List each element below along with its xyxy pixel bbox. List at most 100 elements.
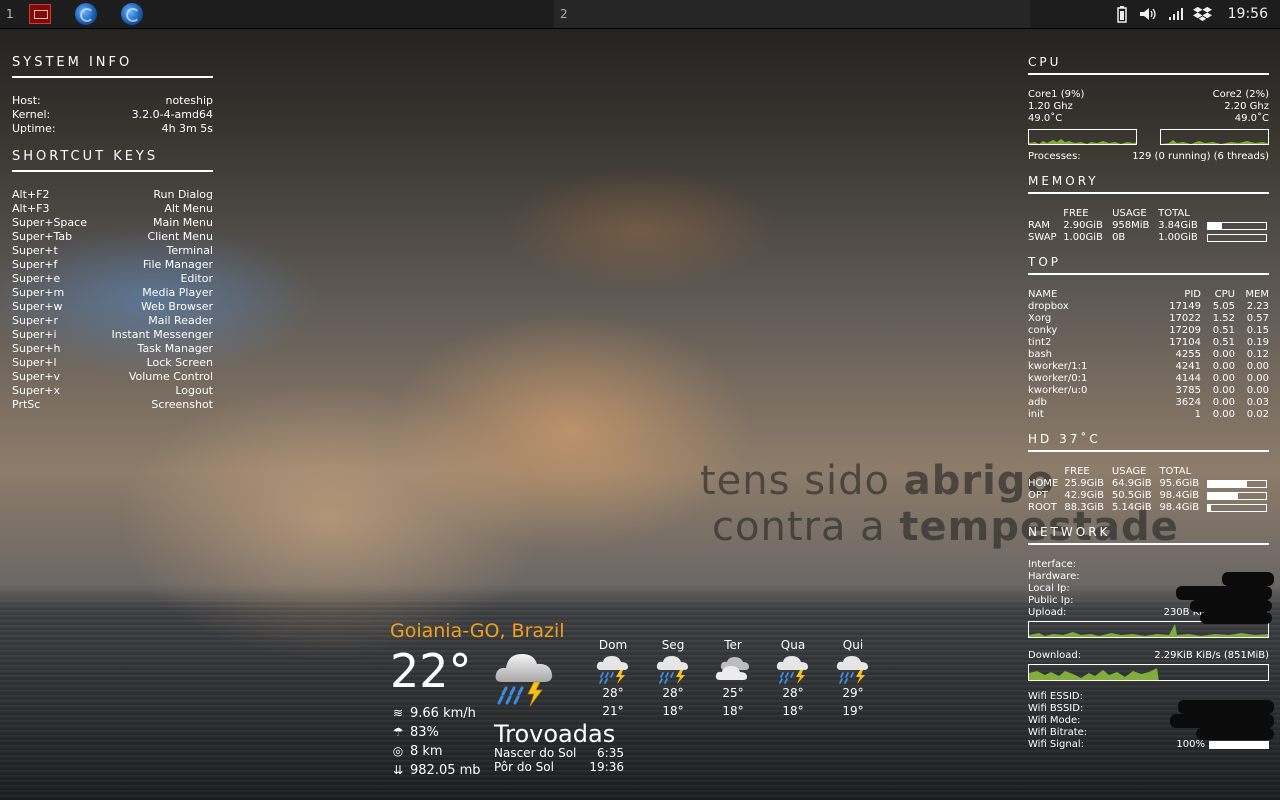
system-info-title: SYSTEM INFO: [12, 55, 133, 70]
shortcut-row: Super+l Lock Screen: [12, 356, 213, 370]
wind-icon: ≋: [392, 706, 404, 720]
disk-row: ROOT 88.3GiB 5.14GiB 98.4GiB: [1028, 502, 1269, 514]
firefox-icon[interactable]: [121, 3, 143, 25]
shortcut-row-key: Super+Space: [12, 216, 87, 229]
divider: [1028, 543, 1269, 545]
shortcut-row-key: Super+v: [12, 370, 60, 383]
shortcut-row-value: Task Manager: [137, 342, 213, 355]
process-row: bash 4255 0.00 0.12: [1028, 349, 1269, 360]
system-info-row-value: 3.2.0-4-amd64: [131, 108, 213, 121]
divider: [1028, 450, 1269, 452]
forecast-day-label: Ter: [724, 638, 742, 652]
shortcut-row-key: Super+x: [12, 384, 60, 397]
table-header: FREE USAGE TOTAL: [1063, 208, 1190, 219]
forecast-low: 19°: [842, 704, 864, 718]
redaction-mark: [1176, 586, 1272, 600]
shortcut-row: Super+e Editor: [12, 272, 213, 286]
shortcut-row-value: Mail Reader: [148, 314, 213, 327]
system-info-conky: SYSTEM INFO Host: noteship Kernel: 3.2.0-4-…: [12, 56, 213, 412]
divider: [12, 76, 213, 78]
shortcut-row-value: Media Player: [142, 286, 213, 299]
shortcut-keys-title: SHORTCUT KEYS: [12, 149, 159, 164]
core2-graph: [1160, 129, 1269, 145]
top-title: TOP: [1028, 255, 1062, 269]
dropbox-icon[interactable]: [1193, 4, 1213, 24]
shortcut-row-value: Run Dialog: [153, 188, 213, 201]
process-row: adb 3624 0.00 0.03: [1028, 397, 1269, 408]
system-info-row: Uptime: 4h 3m 5s: [12, 122, 213, 136]
divider: [1028, 192, 1269, 194]
memory-row: RAM 2.90GiB 958MiB 3.84GiB: [1028, 220, 1269, 232]
shortcut-row: Alt+F2 Run Dialog: [12, 188, 213, 202]
system-info-row-key: Kernel:: [12, 108, 51, 121]
table-header: NAME PID CPU MEM: [1028, 289, 1269, 300]
forecast-day: Qua 28° 18°: [768, 636, 818, 720]
weather-stats: ≋ 9.66 km/h ☂ 83% ◎ 8 km ⇊ 982.05 mb: [390, 704, 481, 780]
redaction-mark: [1170, 714, 1274, 728]
terminal-icon[interactable]: [29, 4, 51, 24]
forecast-low: 21°: [602, 704, 624, 718]
usage-bar: [1207, 222, 1267, 230]
download-graph: [1028, 664, 1269, 681]
forecast-low: 18°: [662, 704, 684, 718]
shortcut-row: Super+x Logout: [12, 384, 213, 398]
shortcut-list: Alt+F2 Run Dialog Alt+F3 Alt Menu Super+Spac…: [12, 188, 213, 412]
process-row: tint2 17104 0.51 0.19: [1028, 337, 1269, 348]
process-row: init 1 0.00 0.02: [1028, 409, 1269, 420]
usage-bar: [1207, 234, 1267, 242]
forecast-high: 25°: [722, 686, 744, 700]
process-row: kworker/u:0 3785 0.00 0.00: [1028, 385, 1269, 396]
battery-icon[interactable]: [1112, 4, 1132, 24]
disk-table: FREE USAGE TOTAL HOME 25.9GiB 64.9GiB 95.6GiB O…: [1028, 466, 1269, 514]
system-info-row-value: noteship: [165, 94, 213, 107]
shortcut-row-value: Screenshot: [151, 398, 213, 411]
usage-bar: [1207, 492, 1267, 500]
system-info-row-key: Uptime:: [12, 122, 56, 135]
shortcut-row-key: Alt+F3: [12, 202, 50, 215]
shortcut-row: Super+t Terminal: [12, 244, 213, 258]
firefox-icon[interactable]: [75, 3, 97, 25]
shortcut-row-value: File Manager: [142, 258, 213, 271]
top-process-table: NAME PID CPU MEM dropbox 17149 5.05 2.23 Xorg 170…: [1028, 289, 1269, 421]
shortcut-row-value: Alt Menu: [164, 202, 213, 215]
disk-row: OPT 42.9GiB 50.5GiB 98.4GiB: [1028, 490, 1269, 502]
forecast-day: Seg 28° 18°: [648, 636, 698, 720]
shortcut-row-value: Web Browser: [140, 300, 213, 313]
thunderstorm-icon: [492, 644, 556, 708]
shortcut-row-key: Super+t: [12, 244, 58, 257]
shortcut-row-key: Super+Tab: [12, 230, 73, 243]
process-row: kworker/1:1 4241 0.00 0.00: [1028, 361, 1269, 372]
clock[interactable]: 19:56: [1228, 6, 1268, 22]
forecast-low: 18°: [722, 704, 744, 718]
memory-row: SWAP 1.00GiB 0B 1.00GiB: [1028, 232, 1269, 244]
usage-bar: [1207, 504, 1267, 512]
rain-thunder-icon: [595, 654, 631, 684]
workspace-1-button[interactable]: 1: [6, 7, 14, 21]
weather-condition: Trovoadas: [494, 720, 616, 748]
wifi-signal-row: Wifi Signal: 100%: [1028, 739, 1269, 751]
shortcut-row-value: Client Menu: [147, 230, 213, 243]
shortcut-row-value: Instant Messenger: [111, 328, 213, 341]
pressure-icon: ⇊: [392, 763, 404, 777]
forecast-high: 28°: [602, 686, 624, 700]
core2-info: Core2 (2%) 2.20 Ghz 49.0˚C: [1212, 89, 1269, 124]
shortcut-row: Alt+F3 Alt Menu: [12, 202, 213, 216]
shortcut-row-key: Super+l: [12, 356, 57, 369]
processes-row: Processes: 129 (0 running) (6 threads): [1028, 151, 1269, 162]
forecast-high: 29°: [842, 686, 864, 700]
signal-icon[interactable]: [1166, 4, 1186, 24]
shortcut-row: Super+r Mail Reader: [12, 314, 213, 328]
shortcut-row-key: Super+f: [12, 258, 58, 271]
cpu-cores: Core1 (9%) 1.20 Ghz 49.0˚C Core2 (2%) 2.…: [1028, 89, 1269, 125]
workspace-2-area[interactable]: 2: [554, 0, 1030, 28]
volume-icon[interactable]: [1138, 4, 1158, 24]
redaction-mark: [1222, 572, 1274, 586]
network-title: NETWORK: [1028, 525, 1111, 539]
process-row: kworker/0:1 4144 0.00 0.00: [1028, 373, 1269, 384]
weather-widget: Goiania-GO, Brazil 22° ≋ 9.66 km/h ☂ 83% ◎…: [390, 620, 890, 778]
download-row: Download: 2.29KiB KiB/s (851MiB): [1028, 650, 1269, 661]
redaction-mark: [1178, 700, 1274, 714]
forecast-day: Dom 28° 21°: [588, 636, 638, 720]
cpu-title: CPU: [1028, 55, 1062, 69]
rain-thunder-icon: [655, 654, 691, 684]
